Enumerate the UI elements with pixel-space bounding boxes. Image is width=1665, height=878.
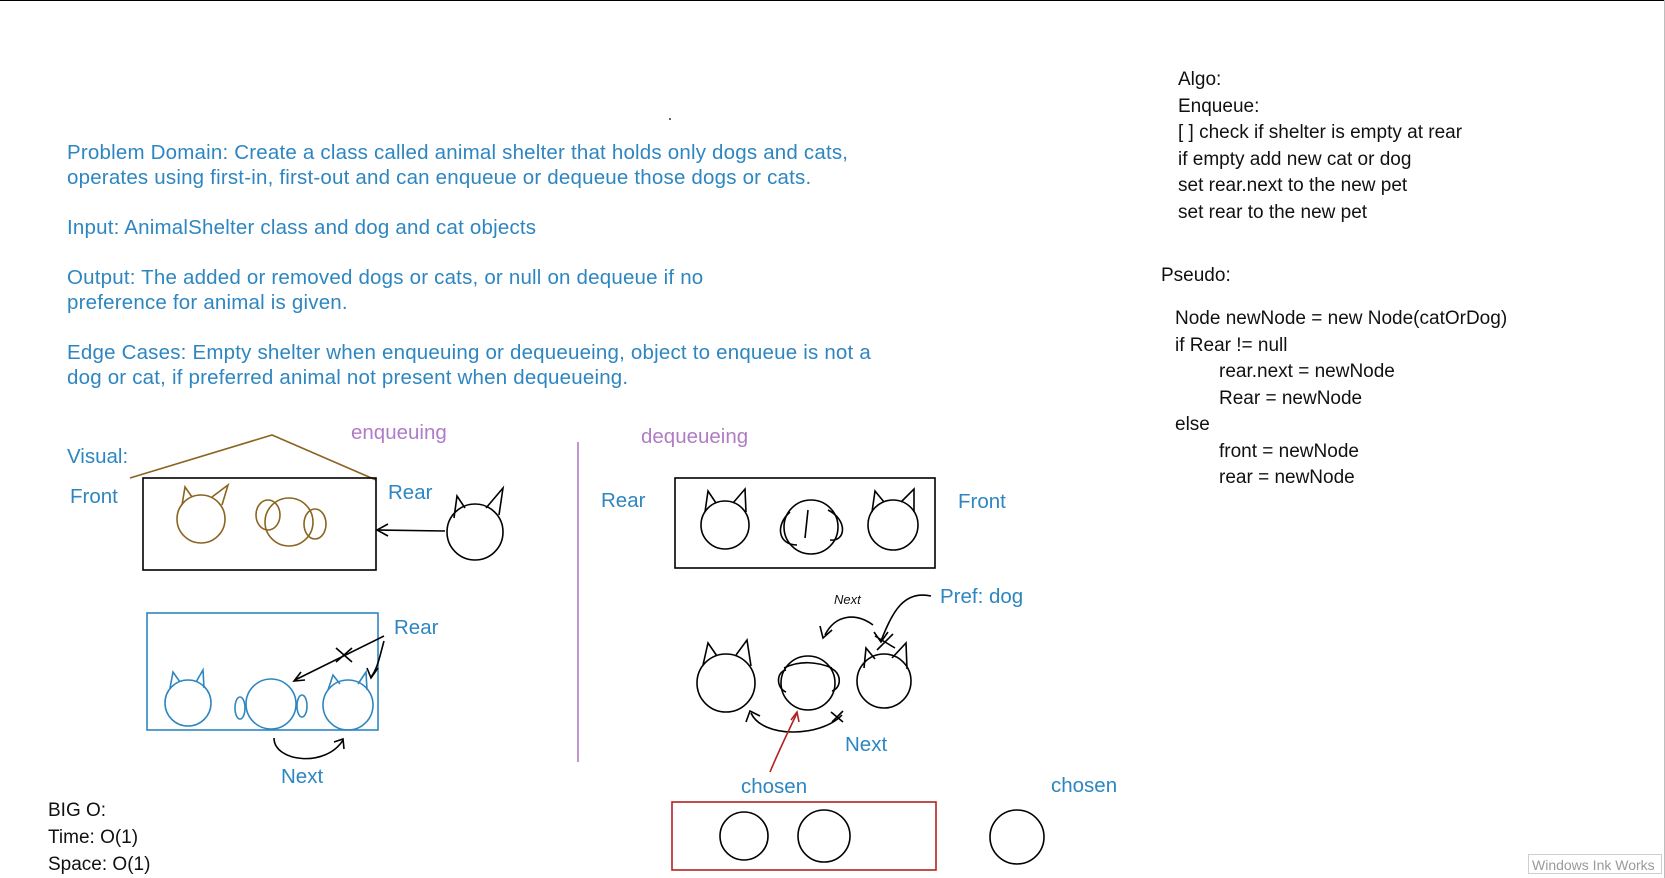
dq-rear-label: Rear (601, 489, 646, 512)
dog-icon (255, 497, 327, 547)
pseudo-line: Rear = newNode (1219, 387, 1363, 409)
pseudo-line: Node newNode = new Node(catOrDog) (1175, 308, 1508, 329)
shelter-box-bottom (146, 612, 379, 731)
cat-icon (176, 482, 230, 544)
dq-front-label: Front (958, 490, 1006, 513)
dq2-cat-2-icon (856, 641, 912, 709)
algo-enqueue-label: Enqueue: (1178, 95, 1260, 117)
chosen-animal-2 (797, 809, 851, 863)
pseudo-line: rear.next = newNode (1219, 361, 1395, 382)
algo-step-3: set rear.next to the new pet (1178, 175, 1408, 196)
chosen-red-arrow (769, 710, 800, 773)
dq-dog-icon (779, 499, 844, 555)
chosen-label-left: chosen (741, 775, 808, 798)
big-o-time: Time: O(1) (48, 827, 139, 848)
pseudo-line: front = newNode (1219, 440, 1359, 462)
chosen-label-right: chosen (1051, 774, 1118, 797)
pseudo-line: if Rear != null (1175, 334, 1288, 356)
dq2-cat-1-icon (696, 637, 756, 713)
blue-cat-icon (164, 667, 212, 727)
rear-label-bottom: Rear (394, 616, 439, 639)
algo-step-1: [ ] check if shelter is empty at rear (1178, 122, 1463, 143)
next-label: Next (281, 765, 324, 788)
chosen-animal-3 (989, 809, 1045, 865)
dq-next-small-label: Next (834, 592, 861, 607)
chosen-box (671, 801, 937, 871)
enqueue-arrow (375, 523, 446, 537)
pseudo-code: Node newNode = new Node(catOrDog) if Rea… (1175, 306, 1507, 492)
dequeue-shelter-box (674, 477, 936, 569)
pseudo-title: Pseudo: (1161, 265, 1231, 286)
blue-new-cat-icon (322, 669, 374, 731)
pseudo-line: else (1175, 414, 1210, 435)
enqueuing-title: enqueuing (351, 421, 447, 444)
windows-ink-badge[interactable]: Windows Ink Works (1528, 854, 1662, 874)
big-o-section: BIG O: Time: O(1) Space: O(1) (48, 797, 150, 878)
dequeueing-title: dequeueing (641, 425, 749, 448)
algo-step-2: if empty add new cat or dog (1178, 148, 1412, 170)
chosen-animal-1 (719, 811, 769, 861)
dequeue-pointer-arrows (745, 594, 932, 733)
algo-step-4: set rear to the new pet (1178, 201, 1368, 223)
front-label: Front (70, 485, 118, 508)
dq2-dog-icon (777, 655, 841, 711)
algo-title: Algo: (1178, 69, 1222, 90)
pseudo-line: rear = newNode (1219, 467, 1355, 488)
stray-dot (669, 118, 671, 120)
dq-cat-1-icon (700, 486, 750, 550)
algo-section: Algo: Enqueue: [ ] check if shelter is e… (1178, 67, 1462, 226)
dq-next-label: Next (845, 733, 888, 756)
pref-dog-label: Pref: dog (940, 585, 1024, 608)
new-cat-icon (446, 485, 505, 561)
next-arrow (273, 737, 345, 760)
blue-dog-icon (234, 678, 308, 730)
big-o-title: BIG O: (48, 800, 107, 821)
rear-pointer-arrows (292, 635, 385, 682)
dq-cat-2-icon (867, 487, 919, 551)
big-o-space: Space: O(1) (48, 854, 151, 875)
shelter-house-drawing (129, 434, 377, 481)
rear-label-top: Rear (388, 481, 433, 504)
